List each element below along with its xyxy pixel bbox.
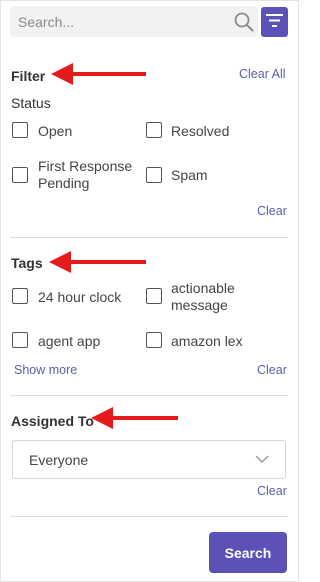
assigned-to-title: Assigned To: [11, 413, 94, 429]
tags-show-more-link[interactable]: Show more: [14, 363, 77, 377]
tag-24-hour-clock-label: 24 hour clock: [38, 289, 122, 305]
search-input[interactable]: [10, 6, 233, 37]
status-resolved-checkbox[interactable]: [146, 122, 162, 138]
clear-all-link[interactable]: Clear All: [239, 67, 286, 81]
filter-title: Filter: [11, 68, 46, 84]
tag-24-hour-clock-checkbox[interactable]: [12, 288, 28, 304]
chevron-down-icon: [255, 455, 269, 464]
status-open-checkbox[interactable]: [12, 122, 28, 138]
annotation-arrow-icon: [51, 63, 146, 85]
tag-actionable-message-label: actionable message: [171, 280, 235, 313]
tags-title: Tags: [11, 255, 43, 271]
status-first-response-pending-label: First Response Pending: [38, 158, 133, 191]
status-title: Status: [11, 95, 51, 111]
tag-agent-app-checkbox[interactable]: [12, 332, 28, 348]
assigned-clear-link[interactable]: Clear: [257, 484, 287, 498]
annotation-arrow-icon: [49, 251, 146, 273]
divider: [10, 516, 288, 517]
search-icon[interactable]: [234, 12, 254, 32]
annotation-arrow-icon: [91, 407, 178, 429]
divider: [10, 237, 288, 238]
search-box: [10, 6, 258, 37]
tag-agent-app-label: agent app: [38, 333, 101, 349]
filter-panel: Filter Clear All Status Open Resolved Fi…: [0, 0, 299, 582]
tags-clear-link[interactable]: Clear: [257, 363, 287, 377]
divider: [10, 395, 288, 396]
status-spam-label: Spam: [171, 167, 208, 183]
tag-amazon-lex-checkbox[interactable]: [146, 332, 162, 348]
status-first-response-pending-checkbox[interactable]: [12, 167, 28, 183]
assigned-to-value: Everyone: [29, 452, 89, 468]
filter-icon: [266, 14, 283, 27]
status-resolved-label: Resolved: [171, 123, 230, 139]
status-spam-checkbox[interactable]: [146, 167, 162, 183]
assigned-to-select[interactable]: Everyone: [12, 440, 286, 479]
tag-actionable-message-checkbox[interactable]: [146, 288, 162, 304]
tag-amazon-lex-label: amazon lex: [171, 333, 243, 349]
filter-toggle-button[interactable]: [261, 7, 288, 37]
status-open-label: Open: [38, 123, 73, 139]
search-button[interactable]: Search: [209, 532, 287, 573]
status-clear-link[interactable]: Clear: [257, 204, 287, 218]
